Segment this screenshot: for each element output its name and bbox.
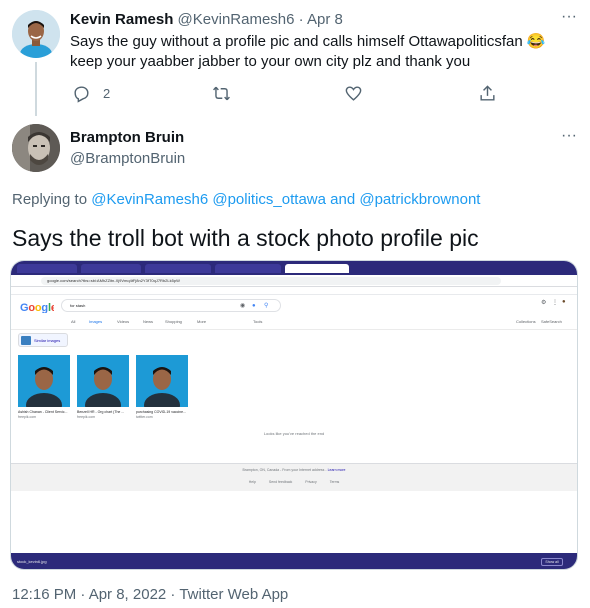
mention-and[interactable]: and <box>330 191 355 208</box>
tweet-text: Says the troll bot with a stock photo pr… <box>12 225 479 251</box>
mic-icon: ● <box>252 303 256 309</box>
replying-to: Replying to @KevinRamesh6 @politics_otta… <box>12 190 480 210</box>
address-bar: google.com/search?tbs=sbi:AMhZZitn-Xj9Vm… <box>11 275 577 287</box>
replying-prefix: Replying to <box>12 191 88 208</box>
similar-images-chip: Similar images <box>18 333 68 347</box>
download-item: stock_kevin6.jpg <box>17 559 47 564</box>
tab-images: Images <box>89 319 103 324</box>
footer-privacy: Privacy <box>305 480 317 484</box>
footer-help: Help <box>248 480 256 484</box>
learn-more-link: Learn more <box>327 468 346 472</box>
footer-links: Help Send feedback Privacy Terms <box>11 480 577 484</box>
result-source: twitter.com <box>136 415 153 419</box>
tabs-divider <box>11 329 577 330</box>
share-icon <box>480 84 495 101</box>
mention-link[interactable]: @patrickbrownont <box>359 191 480 208</box>
url-field: google.com/search?tbs=sbi:AMhZZitn-Xj9Vm… <box>41 277 501 285</box>
location-text: Brampton, ON, Canada - From your Interne… <box>242 468 327 472</box>
author-handle[interactable]: @BramptonBruin <box>70 149 185 169</box>
retweet-button[interactable] <box>212 82 231 104</box>
footer-feedback: Send feedback <box>268 480 293 484</box>
like-button[interactable] <box>344 82 363 104</box>
settings-icon: ⚙ <box>541 300 547 306</box>
reply-count: 2 <box>103 85 111 101</box>
reply-tweet[interactable]: Kevin Ramesh @KevinRamesh6 · Apr 8 ··· S… <box>0 0 590 116</box>
similar-thumbnail <box>21 336 31 345</box>
tweet-text: Says the guy without a profile pic and c… <box>70 33 546 70</box>
tab-shopping: Shopping <box>165 319 182 324</box>
google-logo: Google <box>20 301 57 316</box>
more-options-icon[interactable]: ··· <box>559 128 579 149</box>
author-name[interactable]: Brampton Bruin <box>70 128 184 148</box>
tweet-actions: 2 <box>60 82 520 104</box>
result-source: freepik.com <box>18 415 37 419</box>
svg-text:Google: Google <box>20 302 54 313</box>
author-name[interactable]: Kevin Ramesh <box>70 11 173 28</box>
browser-tab-active <box>285 264 349 273</box>
more-options-icon[interactable]: ··· <box>559 9 579 30</box>
footer-location: Brampton, ON, Canada - From your Interne… <box>11 468 577 472</box>
avatar[interactable] <box>12 124 60 172</box>
separator-dot: · <box>298 11 304 28</box>
search-icon: ⚲ <box>264 303 269 309</box>
avatar[interactable] <box>12 10 60 58</box>
mention-link[interactable]: @politics_ottawa <box>212 191 326 208</box>
result-thumbnail <box>77 355 129 407</box>
end-of-results: Looks like you've reached the end <box>263 431 325 436</box>
google-footer: Brampton, ON, Canada - From your Interne… <box>11 463 577 491</box>
heart-icon <box>345 85 362 101</box>
downloads-bar: stock_kevin6.jpg Show all <box>11 553 577 569</box>
tab-all: All <box>71 319 76 324</box>
retweet-icon <box>213 86 230 100</box>
reply-icon <box>74 85 89 103</box>
similar-label: Similar images <box>34 338 61 343</box>
tab-more: More <box>197 319 207 324</box>
reply-button[interactable]: 2 <box>72 82 110 104</box>
apps-icon: ⋮ <box>552 300 558 306</box>
attached-image[interactable]: google.com/search?tbs=sbi:AMhZZitn-Xj9Vm… <box>10 260 578 570</box>
browser-tab <box>81 264 141 273</box>
search-query: for stash <box>70 303 86 308</box>
browser-tab <box>17 264 77 273</box>
browser-tab <box>215 264 281 273</box>
result-caption: purchasing COVID-19 vaccine... <box>136 410 186 414</box>
tab-tools: Tools <box>253 319 263 324</box>
camera-icon: ◉ <box>240 303 246 309</box>
footer-terms: Terms <box>329 480 340 484</box>
tweet-timestamp[interactable]: 12:16 PM · Apr 8, 2022 · Twitter Web App <box>12 585 288 605</box>
tab-news: News <box>143 319 154 324</box>
result-caption: Ashish Chanan - Client Servic... <box>18 410 68 414</box>
safesearch-link: SafeSearch <box>541 319 562 324</box>
author-handle[interactable]: @KevinRamesh6 <box>178 11 295 28</box>
mention-link[interactable]: @KevinRamesh6 <box>91 191 208 208</box>
search-input: for stash ◉ ● ⚲ <box>61 299 281 312</box>
tweet-date[interactable]: Apr 8 <box>307 11 343 28</box>
collections-link: Collections <box>516 319 536 324</box>
tab-videos: Videos <box>117 319 130 324</box>
share-button[interactable] <box>478 82 497 104</box>
result-thumbnail <box>136 355 188 407</box>
result-thumbnail <box>18 355 70 407</box>
reply-header: Kevin Ramesh @KevinRamesh6 · Apr 8 <box>70 10 343 30</box>
show-all-button: Show all <box>541 558 563 566</box>
browser-tab-strip <box>11 261 577 275</box>
thread-connector <box>35 62 37 116</box>
browser-tab <box>145 264 211 273</box>
avatar: ● <box>562 299 566 305</box>
result-source: freepik.com <box>77 415 96 419</box>
bookmarks-bar <box>11 287 577 295</box>
result-caption: Benzell HR - Org chart (The ... <box>77 410 125 414</box>
